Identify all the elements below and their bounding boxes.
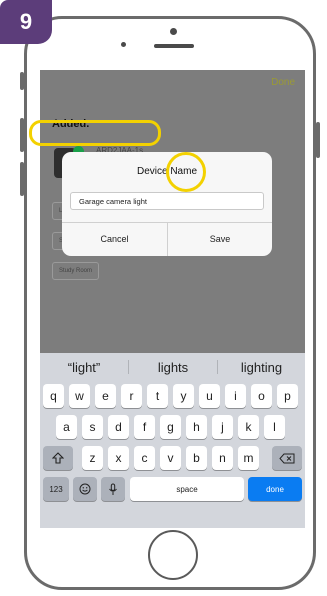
suggestion-item[interactable]: lighting [218,353,305,381]
device-name-dialog: Device Name Garage camera light Cancel S… [62,152,272,256]
key-r[interactable]: r [121,384,142,408]
front-camera [170,28,177,35]
key-q[interactable]: q [43,384,64,408]
key-d[interactable]: d [108,415,129,439]
key-x[interactable]: x [108,446,129,470]
emoji-key[interactable] [73,477,97,501]
suggestion-item[interactable]: “light” [40,353,128,381]
done-link[interactable]: Done [271,77,295,88]
suggestion-item[interactable]: lights [129,353,217,381]
key-t[interactable]: t [147,384,168,408]
shift-icon [52,452,64,464]
key-h[interactable]: h [186,415,207,439]
save-button[interactable]: Save [168,222,272,256]
microphone-key[interactable] [101,477,125,501]
microphone-icon [109,483,117,495]
backspace-key[interactable] [272,446,302,470]
key-n[interactable]: n [212,446,233,470]
numbers-key[interactable]: 123 [43,477,69,501]
page-title: Added. [52,118,90,130]
room-chip[interactable]: Study Room [52,262,100,280]
key-e[interactable]: e [95,384,116,408]
emoji-icon [79,483,91,495]
key-p[interactable]: p [277,384,298,408]
done-key[interactable]: done [248,477,302,501]
key-i[interactable]: i [225,384,246,408]
cancel-button[interactable]: Cancel [62,222,167,256]
earpiece-speaker [154,44,194,48]
key-m[interactable]: m [238,446,259,470]
key-a[interactable]: a [56,415,77,439]
key-w[interactable]: w [69,384,90,408]
key-l[interactable]: l [264,415,285,439]
key-k[interactable]: k [238,415,259,439]
power-button [316,122,320,158]
key-b[interactable]: b [186,446,207,470]
shift-key[interactable] [43,446,73,470]
volume-down-button [20,162,24,196]
key-u[interactable]: u [199,384,220,408]
home-button[interactable] [148,530,198,580]
step-number-badge: 9 [0,0,52,44]
key-j[interactable]: j [212,415,233,439]
proximity-sensor [121,42,126,47]
volume-up-button [20,118,24,152]
on-screen-keyboard: “light” lights lighting q w e r t y u i … [40,353,305,528]
dialog-title: Device Name [136,166,198,177]
silent-switch [20,72,24,90]
device-name-input[interactable]: Garage camera light [70,192,264,210]
key-o[interactable]: o [251,384,272,408]
key-f[interactable]: f [134,415,155,439]
key-z[interactable]: z [82,446,103,470]
key-y[interactable]: y [173,384,194,408]
room-chip-label: Study Room [59,268,93,274]
suggestion-bar: “light” lights lighting [40,353,305,381]
key-s[interactable]: s [82,415,103,439]
phone-screen: Done Added. ARD2JAA-1s... Li... Se... St… [40,70,305,528]
backspace-icon [279,453,295,463]
key-v[interactable]: v [160,446,181,470]
key-c[interactable]: c [134,446,155,470]
space-key[interactable]: space [130,477,244,501]
key-g[interactable]: g [160,415,181,439]
